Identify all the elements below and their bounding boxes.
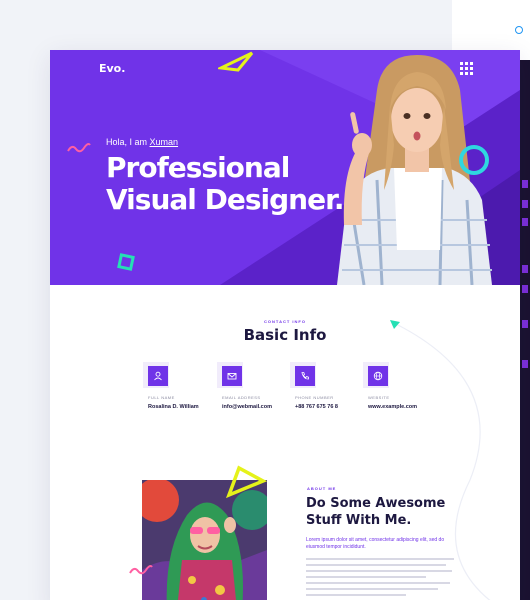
square-decoration <box>117 253 135 271</box>
about-title-line1: Do Some Awesome <box>306 496 446 511</box>
background-dark-strip <box>520 60 530 600</box>
mail-icon <box>227 373 237 380</box>
user-icon <box>154 371 162 381</box>
squiggle-decoration <box>67 143 91 153</box>
info-value[interactable]: +88 767 675 76 8 <box>295 404 375 410</box>
about-body-text <box>306 558 456 600</box>
greeting-name[interactable]: Xuman <box>150 137 179 147</box>
squiggle-decoration <box>129 565 153 575</box>
info-item-website: WEBSITE www.example.com <box>363 362 448 410</box>
about-lead: Lorem ipsum dolor sit amet, consectetur … <box>306 537 445 550</box>
site-logo[interactable]: Evo. <box>99 62 125 75</box>
browser-icon <box>515 26 523 34</box>
info-value: Rosalina D. William <box>148 404 199 410</box>
user-icon-box <box>143 362 169 388</box>
portfolio-page: Evo. Hola, I am Xuman Professional Visua… <box>50 50 520 600</box>
about-title: Do Some Awesome Stuff With Me. <box>306 495 456 529</box>
info-label: FULL NAME <box>148 395 175 400</box>
greeting: Hola, I am Xuman <box>106 137 178 147</box>
triangle-decoration <box>218 51 254 72</box>
phone-icon <box>301 372 309 380</box>
info-item-name: FULL NAME Rosalina D. William <box>143 362 228 410</box>
hero-section: Evo. Hola, I am Xuman Professional Visua… <box>50 50 520 285</box>
phone-icon-box <box>290 362 316 388</box>
about-title-line2: Stuff With Me. <box>306 513 412 528</box>
info-value[interactable]: www.example.com <box>368 404 448 410</box>
hero-portrait-image <box>337 55 492 285</box>
hero-title-line1: Professional <box>106 151 290 184</box>
hero-title: Professional Visual Designer. <box>106 151 345 216</box>
globe-icon <box>373 371 383 381</box>
mail-icon-box <box>217 362 243 388</box>
triangle-decoration <box>225 465 267 499</box>
info-label: WEBSITE <box>368 395 390 400</box>
hero-title-line2: Visual Designer. <box>106 183 345 216</box>
info-label: EMAIL ADDRESS <box>222 395 261 400</box>
info-label: PHONE NUMBER <box>295 395 334 400</box>
info-value[interactable]: info@webmail.com <box>222 404 302 410</box>
about-eyebrow: ABOUT ME <box>307 486 337 491</box>
greeting-prefix: Hola, I am <box>106 137 150 147</box>
globe-icon-box <box>363 362 389 388</box>
